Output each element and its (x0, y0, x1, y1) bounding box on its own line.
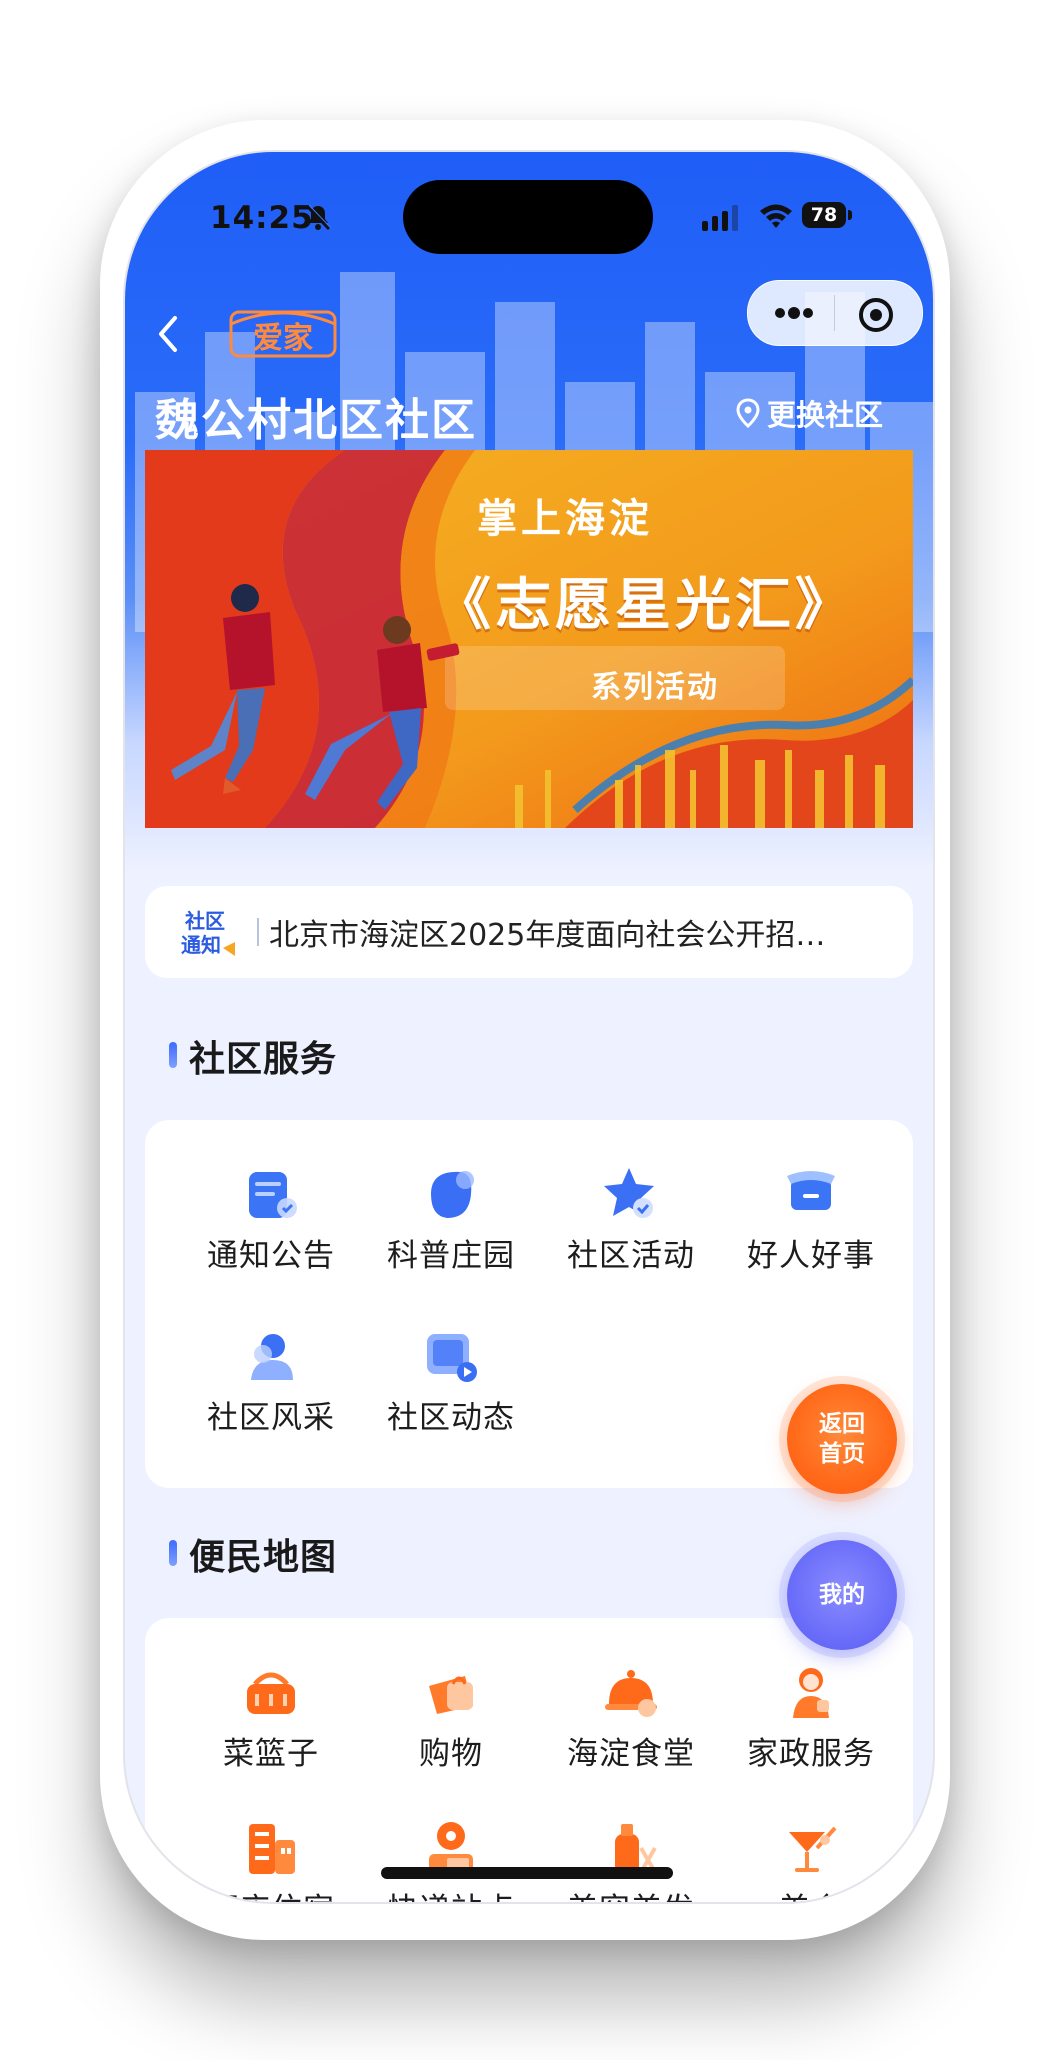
basket-icon (247, 1672, 295, 1714)
convenience-map-card: 菜篮子 购物 海淀食堂 家政服务 (145, 1618, 913, 1902)
bell-mute-icon (305, 204, 332, 231)
map-label: 家政服务 (747, 1736, 875, 1772)
logo-text: 爱家 (253, 321, 313, 356)
map-item-express[interactable]: 快递站点 (361, 1818, 541, 1902)
phone-frame: 14:25 78 爱家 魏公村北区社区 更换社区 掌上海淀 《志愿星光汇》 系列… (123, 150, 935, 1904)
more-dots-icon[interactable] (770, 299, 818, 327)
location-pin-icon (736, 398, 760, 428)
close-miniprogram-icon[interactable] (856, 295, 896, 335)
mini-program-capsule (747, 280, 923, 346)
home-indicator[interactable] (381, 1867, 673, 1879)
map-label: 美食 (721, 1884, 901, 1902)
map-item-canteen[interactable]: 海淀食堂 (541, 1662, 721, 1773)
community-notice-icon: 社区 通知 (181, 909, 235, 957)
star-activity-icon (604, 1168, 654, 1218)
service-label: 科普庄园 (387, 1238, 515, 1274)
aijia-logo: 爱家 (229, 310, 337, 358)
science-leaf-icon (431, 1171, 474, 1218)
battery-indicator: 78 (802, 202, 852, 230)
change-community-button[interactable]: 更换社区 (735, 392, 883, 434)
map-label: 快递站点 (361, 1884, 541, 1902)
wifi-icon (760, 204, 792, 228)
activity-banner[interactable]: 掌上海淀 《志愿星光汇》 系列活动 (145, 450, 913, 828)
service-item-style[interactable]: 社区风采 (181, 1326, 361, 1437)
notice-board-icon (249, 1172, 297, 1218)
section-title-convenience-map: 便民地图 (169, 1528, 337, 1580)
service-item-news[interactable]: 社区动态 (361, 1326, 541, 1437)
service-label: 社区活动 (567, 1238, 695, 1274)
cellular-signal-icon (702, 205, 738, 231)
status-time: 14:25 (210, 200, 314, 236)
hotel-icon (249, 1824, 295, 1874)
service-label: 社区风采 (207, 1400, 335, 1436)
housekeeping-icon (793, 1668, 829, 1718)
svg-text:社区: 社区 (184, 909, 225, 933)
float-home-line1: 返回 (819, 1411, 865, 1437)
map-item-hotel[interactable]: 酒店住宿 (181, 1818, 361, 1902)
map-item-food[interactable]: 美食 (721, 1818, 901, 1902)
status-bar: 14:25 78 (125, 152, 933, 254)
float-home-line2: 首页 (819, 1441, 865, 1467)
change-community-label: 更换社区 (767, 398, 884, 432)
section-title-community-services: 社区服务 (169, 1030, 337, 1082)
battery-level: 78 (802, 202, 846, 228)
banner-line1: 掌上海淀 (477, 496, 653, 542)
float-mine-label: 我的 (819, 1582, 865, 1608)
map-label: 美容美发 (541, 1884, 721, 1902)
map-item-shopping[interactable]: 购物 (361, 1662, 541, 1773)
notice-separator (257, 918, 259, 946)
dynamic-island (403, 180, 653, 254)
back-home-float-button[interactable]: 返回 首页 (787, 1384, 897, 1494)
community-news-icon (427, 1334, 477, 1382)
service-label: 好人好事 (747, 1238, 875, 1274)
map-label: 酒店住宿 (181, 1884, 361, 1902)
mine-float-button[interactable]: 我的 (787, 1540, 897, 1650)
map-label: 菜篮子 (223, 1736, 319, 1772)
service-label: 通知公告 (207, 1238, 335, 1274)
svg-text:通知: 通知 (181, 933, 221, 957)
service-item-activity[interactable]: 社区活动 (541, 1164, 721, 1275)
shopping-bag-icon (429, 1676, 473, 1714)
map-item-basket[interactable]: 菜篮子 (181, 1662, 361, 1773)
community-style-icon (251, 1334, 293, 1380)
notice-text[interactable]: 北京市海淀区2025年度面向社会公开招… (269, 910, 889, 954)
food-cocktail-icon (789, 1826, 837, 1872)
banner-line3: 系列活动 (591, 670, 719, 705)
service-item-science[interactable]: 科普庄园 (361, 1164, 541, 1275)
map-item-housekeeping[interactable]: 家政服务 (721, 1662, 901, 1773)
map-item-beauty[interactable]: 美容美发 (541, 1818, 721, 1902)
canteen-icon (605, 1670, 657, 1717)
good-deeds-icon (787, 1171, 835, 1210)
community-name: 魏公村北区社区 (155, 395, 477, 446)
service-item-good-deeds[interactable]: 好人好事 (721, 1164, 901, 1275)
back-arrow-icon[interactable] (153, 312, 183, 356)
service-label: 社区动态 (387, 1400, 515, 1436)
banner-line2: 《志愿星光汇》 (435, 573, 855, 638)
map-label: 购物 (419, 1736, 483, 1772)
service-item-notice[interactable]: 通知公告 (181, 1164, 361, 1275)
notice-bar[interactable]: 社区 通知 北京市海淀区2025年度面向社会公开招… (145, 886, 913, 978)
map-label: 海淀食堂 (567, 1736, 695, 1772)
